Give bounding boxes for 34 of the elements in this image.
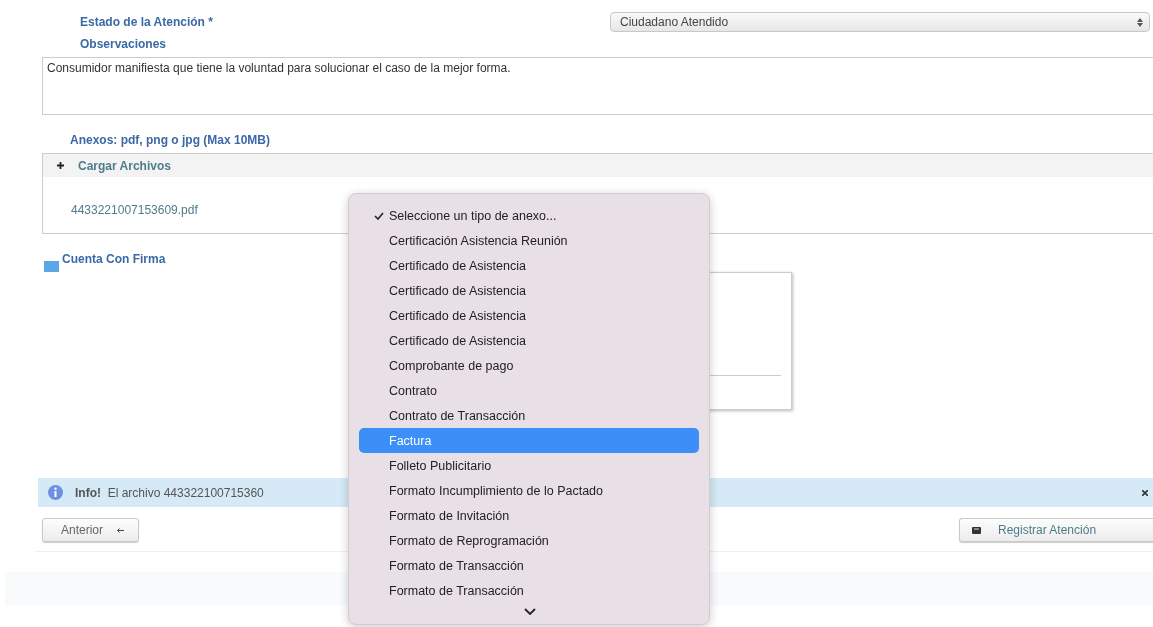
previous-button[interactable]: Anterior xyxy=(42,518,140,542)
menu-option[interactable]: Certificado de Asistencia xyxy=(359,253,699,278)
arrow-left-icon xyxy=(117,527,125,533)
menu-option[interactable]: Certificado de Asistencia xyxy=(359,303,699,328)
menu-option[interactable]: Certificado de Asistencia xyxy=(359,278,699,303)
observations-field[interactable]: Consumidor manifiesta que tiene la voluntad para solucionar el caso de la mejor forma. xyxy=(42,57,1153,115)
info-icon xyxy=(48,485,63,500)
alert-message: Info! El archivo 443322100715360 xyxy=(75,485,264,500)
menu-option[interactable]: Certificación Asistencia Reunión xyxy=(359,228,699,253)
menu-option[interactable]: Certificado de Asistencia xyxy=(359,328,699,353)
field-label: Estado de la Atención * xyxy=(79,15,214,29)
menu-option[interactable]: Contrato xyxy=(359,378,699,403)
section-label: Cuenta Con Firma xyxy=(62,252,166,266)
menu-option[interactable]: Formato Incumplimiento de lo Pactado xyxy=(359,478,699,503)
menu-option[interactable]: Formato de Transacción xyxy=(359,578,699,603)
field-label: Observaciones xyxy=(79,36,168,53)
menu-option[interactable]: Comprobante de pago xyxy=(359,353,699,378)
section-label: Anexos: pdf, png o jpg (Max 10MB) xyxy=(69,132,271,149)
updown-icon xyxy=(1137,17,1143,27)
menu-option[interactable]: Folleto Publicitario xyxy=(359,453,699,478)
menu-option[interactable]: Formato de Invitación xyxy=(359,503,699,528)
menu-option[interactable]: Seleccione un tipo de anexo... xyxy=(359,203,699,228)
register-button[interactable]: Registrar Atención xyxy=(959,518,1153,542)
file-link[interactable]: 4433221007153609.pdf xyxy=(71,203,198,217)
status-select[interactable]: Ciudadano Atendido xyxy=(610,12,1150,32)
menu-option[interactable]: Formato de Transacción xyxy=(359,553,699,578)
floppy-icon xyxy=(972,526,981,534)
upload-button[interactable]: Cargar Archivos xyxy=(43,154,1153,177)
chevron-down-icon[interactable] xyxy=(524,608,536,615)
menu-option[interactable]: Formato de Reprogramación xyxy=(359,528,699,553)
square-icon xyxy=(44,261,59,272)
close-icon[interactable] xyxy=(1142,489,1148,496)
menu-option[interactable]: Contrato de Transacción xyxy=(359,403,699,428)
plus-icon xyxy=(57,162,64,169)
